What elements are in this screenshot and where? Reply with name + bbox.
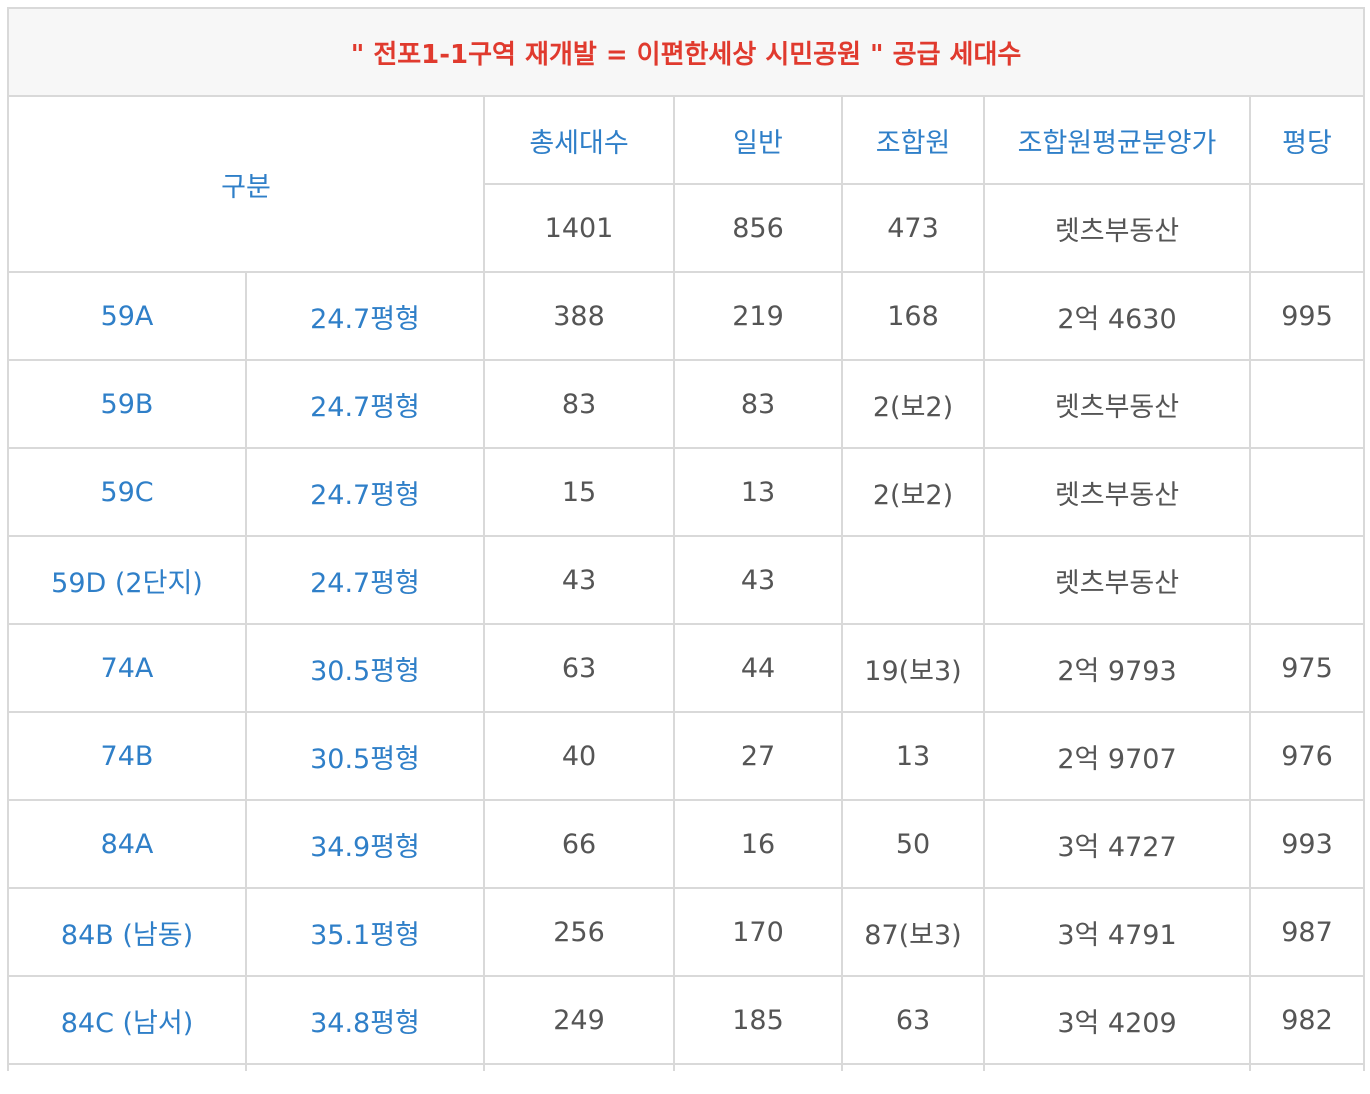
category-header: 구분 [7,95,485,273]
unit-size-cell: 24.7평형 [245,359,485,449]
avg-price-cell: 3억 4209 [983,975,1251,1065]
table-row: 84B (남동) 35.1평형 256 170 87(보3) 3억 4791 987 [7,887,1366,977]
unit-type-cell: 84C (남서) [7,975,247,1065]
general-cell: 170 [673,887,843,977]
per-pyeong-cell: 987 [1248,887,1366,977]
members-cell: 19(보3) [841,623,985,713]
general-cell: 219 [673,271,843,361]
table-title: " 전포1-1구역 재개발 = 이편한세상 시민공원 " 공급 세대수 [6,7,1366,97]
table-row-partial [7,1063,1366,1071]
general-cell: 27 [673,711,843,801]
table-row: 59C 24.7평형 15 13 2(보2) 렛츠부동산 [7,447,1366,537]
total-units-cell: 15 [483,447,675,537]
per-pyeong-cell [1248,535,1366,625]
per-pyeong-sum [1248,183,1366,273]
total-units-cell: 63 [483,623,675,713]
partial-cell [983,1063,1251,1071]
per-pyeong-header: 평당 [1248,95,1366,185]
general-header: 일반 [673,95,843,185]
members-sum: 473 [841,183,985,273]
avg-price-cell: 2억 9707 [983,711,1251,801]
total-units-cell: 83 [483,359,675,449]
per-pyeong-cell [1248,359,1366,449]
members-cell: 50 [841,799,985,889]
table-row: 74B 30.5평형 40 27 13 2억 9707 976 [7,711,1366,801]
avg-price-cell: 2억 9793 [983,623,1251,713]
partial-cell [245,1063,485,1071]
unit-type-cell: 74A [7,623,247,713]
total-units-header: 총세대수 [483,95,675,185]
partial-cell [7,1063,247,1071]
members-cell: 2(보2) [841,447,985,537]
members-cell: 63 [841,975,985,1065]
total-units-cell: 256 [483,887,675,977]
total-units-cell: 40 [483,711,675,801]
header-row: 구분 총세대수 일반 조합원 조합원평균분양가 평당 [7,95,1366,273]
unit-type-cell: 59D (2단지) [7,535,247,625]
supply-table-container: " 전포1-1구역 재개발 = 이편한세상 시민공원 " 공급 세대수 구분 총… [6,7,1366,1071]
members-cell: 13 [841,711,985,801]
unit-type-cell: 84B (남동) [7,887,247,977]
general-cell: 43 [673,535,843,625]
table-row: 84A 34.9평형 66 16 50 3억 4727 993 [7,799,1366,889]
avg-price-cell: 2억 4630 [983,271,1251,361]
unit-type-cell: 59C [7,447,247,537]
members-cell: 87(보3) [841,887,985,977]
partial-cell [673,1063,843,1071]
unit-type-cell: 59B [7,359,247,449]
members-header: 조합원 [841,95,985,185]
partial-cell [841,1063,985,1071]
avg-price-cell: 렛츠부동산 [983,359,1251,449]
avg-price-cell: 렛츠부동산 [983,447,1251,537]
unit-size-cell: 24.7평형 [245,447,485,537]
unit-type-cell: 59A [7,271,247,361]
per-pyeong-cell: 975 [1248,623,1366,713]
general-cell: 13 [673,447,843,537]
total-units-cell: 66 [483,799,675,889]
per-pyeong-cell: 995 [1248,271,1366,361]
per-pyeong-cell [1248,447,1366,537]
per-pyeong-cell: 976 [1248,711,1366,801]
unit-size-cell: 30.5평형 [245,711,485,801]
supply-units-table: " 전포1-1구역 재개발 = 이편한세상 시민공원 " 공급 세대수 구분 총… [6,7,1366,1071]
table-row: 59B 24.7평형 83 83 2(보2) 렛츠부동산 [7,359,1366,449]
general-sum: 856 [673,183,843,273]
general-cell: 83 [673,359,843,449]
members-cell: 2(보2) [841,359,985,449]
general-cell: 16 [673,799,843,889]
total-units-sum: 1401 [483,183,675,273]
avg-price-sum: 렛츠부동산 [983,183,1251,273]
unit-size-cell: 34.9평형 [245,799,485,889]
title-row: " 전포1-1구역 재개발 = 이편한세상 시민공원 " 공급 세대수 [6,7,1366,97]
members-cell: 168 [841,271,985,361]
avg-price-cell: 3억 4727 [983,799,1251,889]
partial-cell [483,1063,675,1071]
table-row: 74A 30.5평형 63 44 19(보3) 2억 9793 975 [7,623,1366,713]
unit-size-cell: 30.5평형 [245,623,485,713]
total-units-cell: 43 [483,535,675,625]
table-row: 59A 24.7평형 388 219 168 2억 4630 995 [7,271,1366,361]
unit-size-cell: 24.7평형 [245,535,485,625]
avg-price-cell: 렛츠부동산 [983,535,1251,625]
avg-price-cell: 3억 4791 [983,887,1251,977]
unit-size-cell: 34.8평형 [245,975,485,1065]
unit-type-cell: 84A [7,799,247,889]
total-units-cell: 388 [483,271,675,361]
unit-size-cell: 35.1평형 [245,887,485,977]
per-pyeong-cell: 982 [1248,975,1366,1065]
total-units-cell: 249 [483,975,675,1065]
table-row: 59D (2단지) 24.7평형 43 43 렛츠부동산 [7,535,1366,625]
unit-type-cell: 74B [7,711,247,801]
avg-price-header: 조합원평균분양가 [983,95,1251,185]
general-cell: 44 [673,623,843,713]
table-row: 84C (남서) 34.8평형 249 185 63 3억 4209 982 [7,975,1366,1065]
members-cell [841,535,985,625]
unit-size-cell: 24.7평형 [245,271,485,361]
general-cell: 185 [673,975,843,1065]
partial-cell [1248,1063,1366,1071]
per-pyeong-cell: 993 [1248,799,1366,889]
